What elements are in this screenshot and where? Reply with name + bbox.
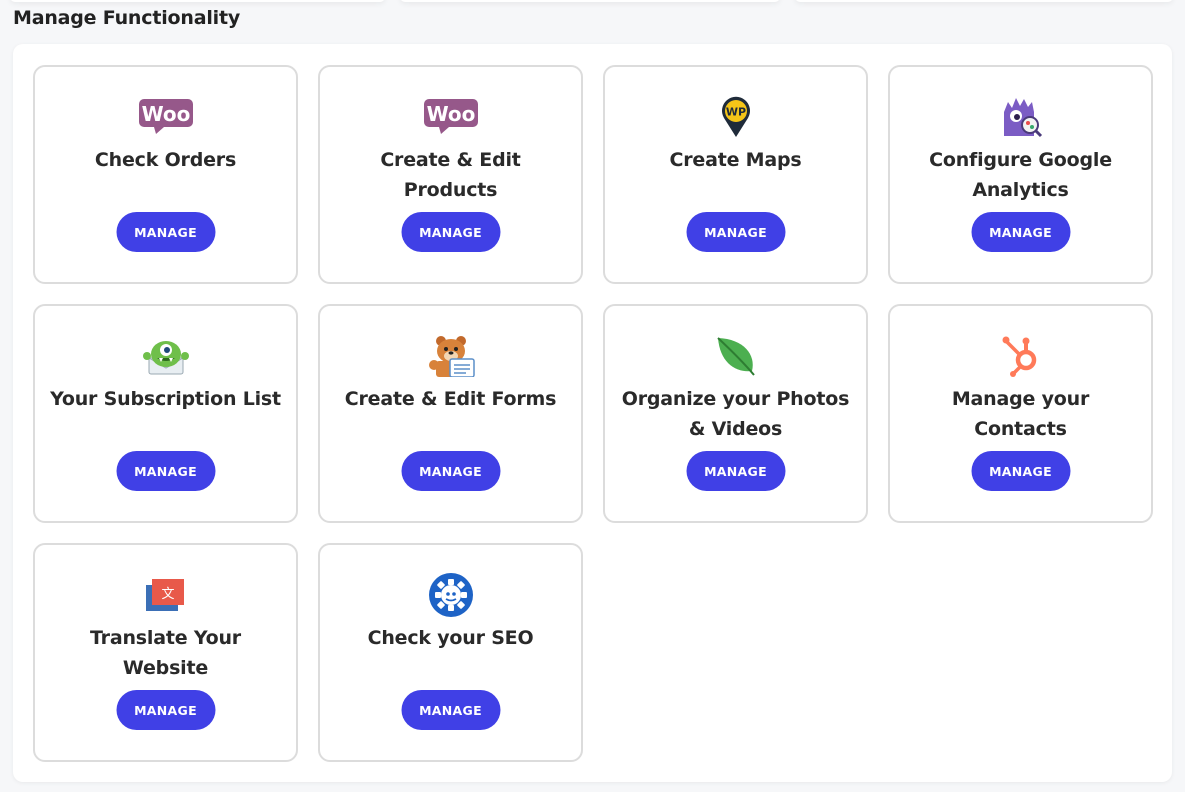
woocommerce-icon: Woo <box>136 95 196 139</box>
card-configure-google-analytics: Configure Google Analytics MANAGE <box>888 65 1153 284</box>
manage-button[interactable]: MANAGE <box>401 690 500 730</box>
section-title: Manage Functionality <box>13 7 241 29</box>
card-title: Translate Your Website <box>90 627 241 679</box>
wp-map-pin-icon: WP <box>706 95 766 139</box>
monsterinsights-icon <box>991 95 1051 139</box>
svg-text:Woo: Woo <box>426 102 475 126</box>
manage-button[interactable]: MANAGE <box>971 451 1070 491</box>
leaf-icon <box>706 334 766 378</box>
functionality-panel: Woo Check Orders MANAGE Woo Create & Edi… <box>13 44 1172 782</box>
woocommerce-icon: Woo <box>421 95 481 139</box>
card-create-edit-forms: Create & Edit Forms MANAGE <box>318 304 583 523</box>
card-title: Manage your Contacts <box>951 388 1090 440</box>
card-check-orders: Woo Check Orders MANAGE <box>33 65 298 284</box>
top-card-edges <box>0 0 1185 6</box>
hubspot-icon <box>991 334 1051 378</box>
manage-button[interactable]: MANAGE <box>971 212 1070 252</box>
card-translate-website: 文 Translate Your Website MANAGE <box>33 543 298 762</box>
card-title: Create Maps <box>669 149 802 171</box>
manage-button[interactable]: MANAGE <box>116 212 215 252</box>
card-check-seo: Check your SEO MANAGE <box>318 543 583 762</box>
svg-text:WP: WP <box>725 106 745 119</box>
manage-button[interactable]: MANAGE <box>686 451 785 491</box>
card-grid: Woo Check Orders MANAGE Woo Create & Edi… <box>33 65 1153 762</box>
card-manage-contacts: Manage your Contacts MANAGE <box>888 304 1153 523</box>
card-title: Your Subscription List <box>50 388 281 410</box>
manage-button[interactable]: MANAGE <box>116 451 215 491</box>
manage-button[interactable]: MANAGE <box>401 451 500 491</box>
card-organize-photos-videos: Organize your Photos & Videos MANAGE <box>603 304 868 523</box>
card-title: Create & Edit Forms <box>344 388 557 410</box>
card-title: Create & Edit Products <box>380 149 521 201</box>
manage-button[interactable]: MANAGE <box>401 212 500 252</box>
manage-button[interactable]: MANAGE <box>116 690 215 730</box>
card-title: Configure Google Analytics <box>929 149 1112 201</box>
card-create-maps: WP Create Maps MANAGE <box>603 65 868 284</box>
wpforms-bear-icon <box>421 334 481 378</box>
card-title: Organize your Photos & Videos <box>621 388 850 440</box>
manage-button[interactable]: MANAGE <box>686 212 785 252</box>
seo-gear-icon <box>421 573 481 617</box>
card-title: Check your SEO <box>367 627 534 649</box>
svg-text:文: 文 <box>161 587 174 602</box>
optinmonster-icon <box>136 334 196 378</box>
card-subscription-list: Your Subscription List MANAGE <box>33 304 298 523</box>
card-create-edit-products: Woo Create & Edit Products MANAGE <box>318 65 583 284</box>
card-title: Check Orders <box>94 149 237 171</box>
svg-text:Woo: Woo <box>141 102 190 126</box>
translate-icon: 文 <box>136 573 196 617</box>
